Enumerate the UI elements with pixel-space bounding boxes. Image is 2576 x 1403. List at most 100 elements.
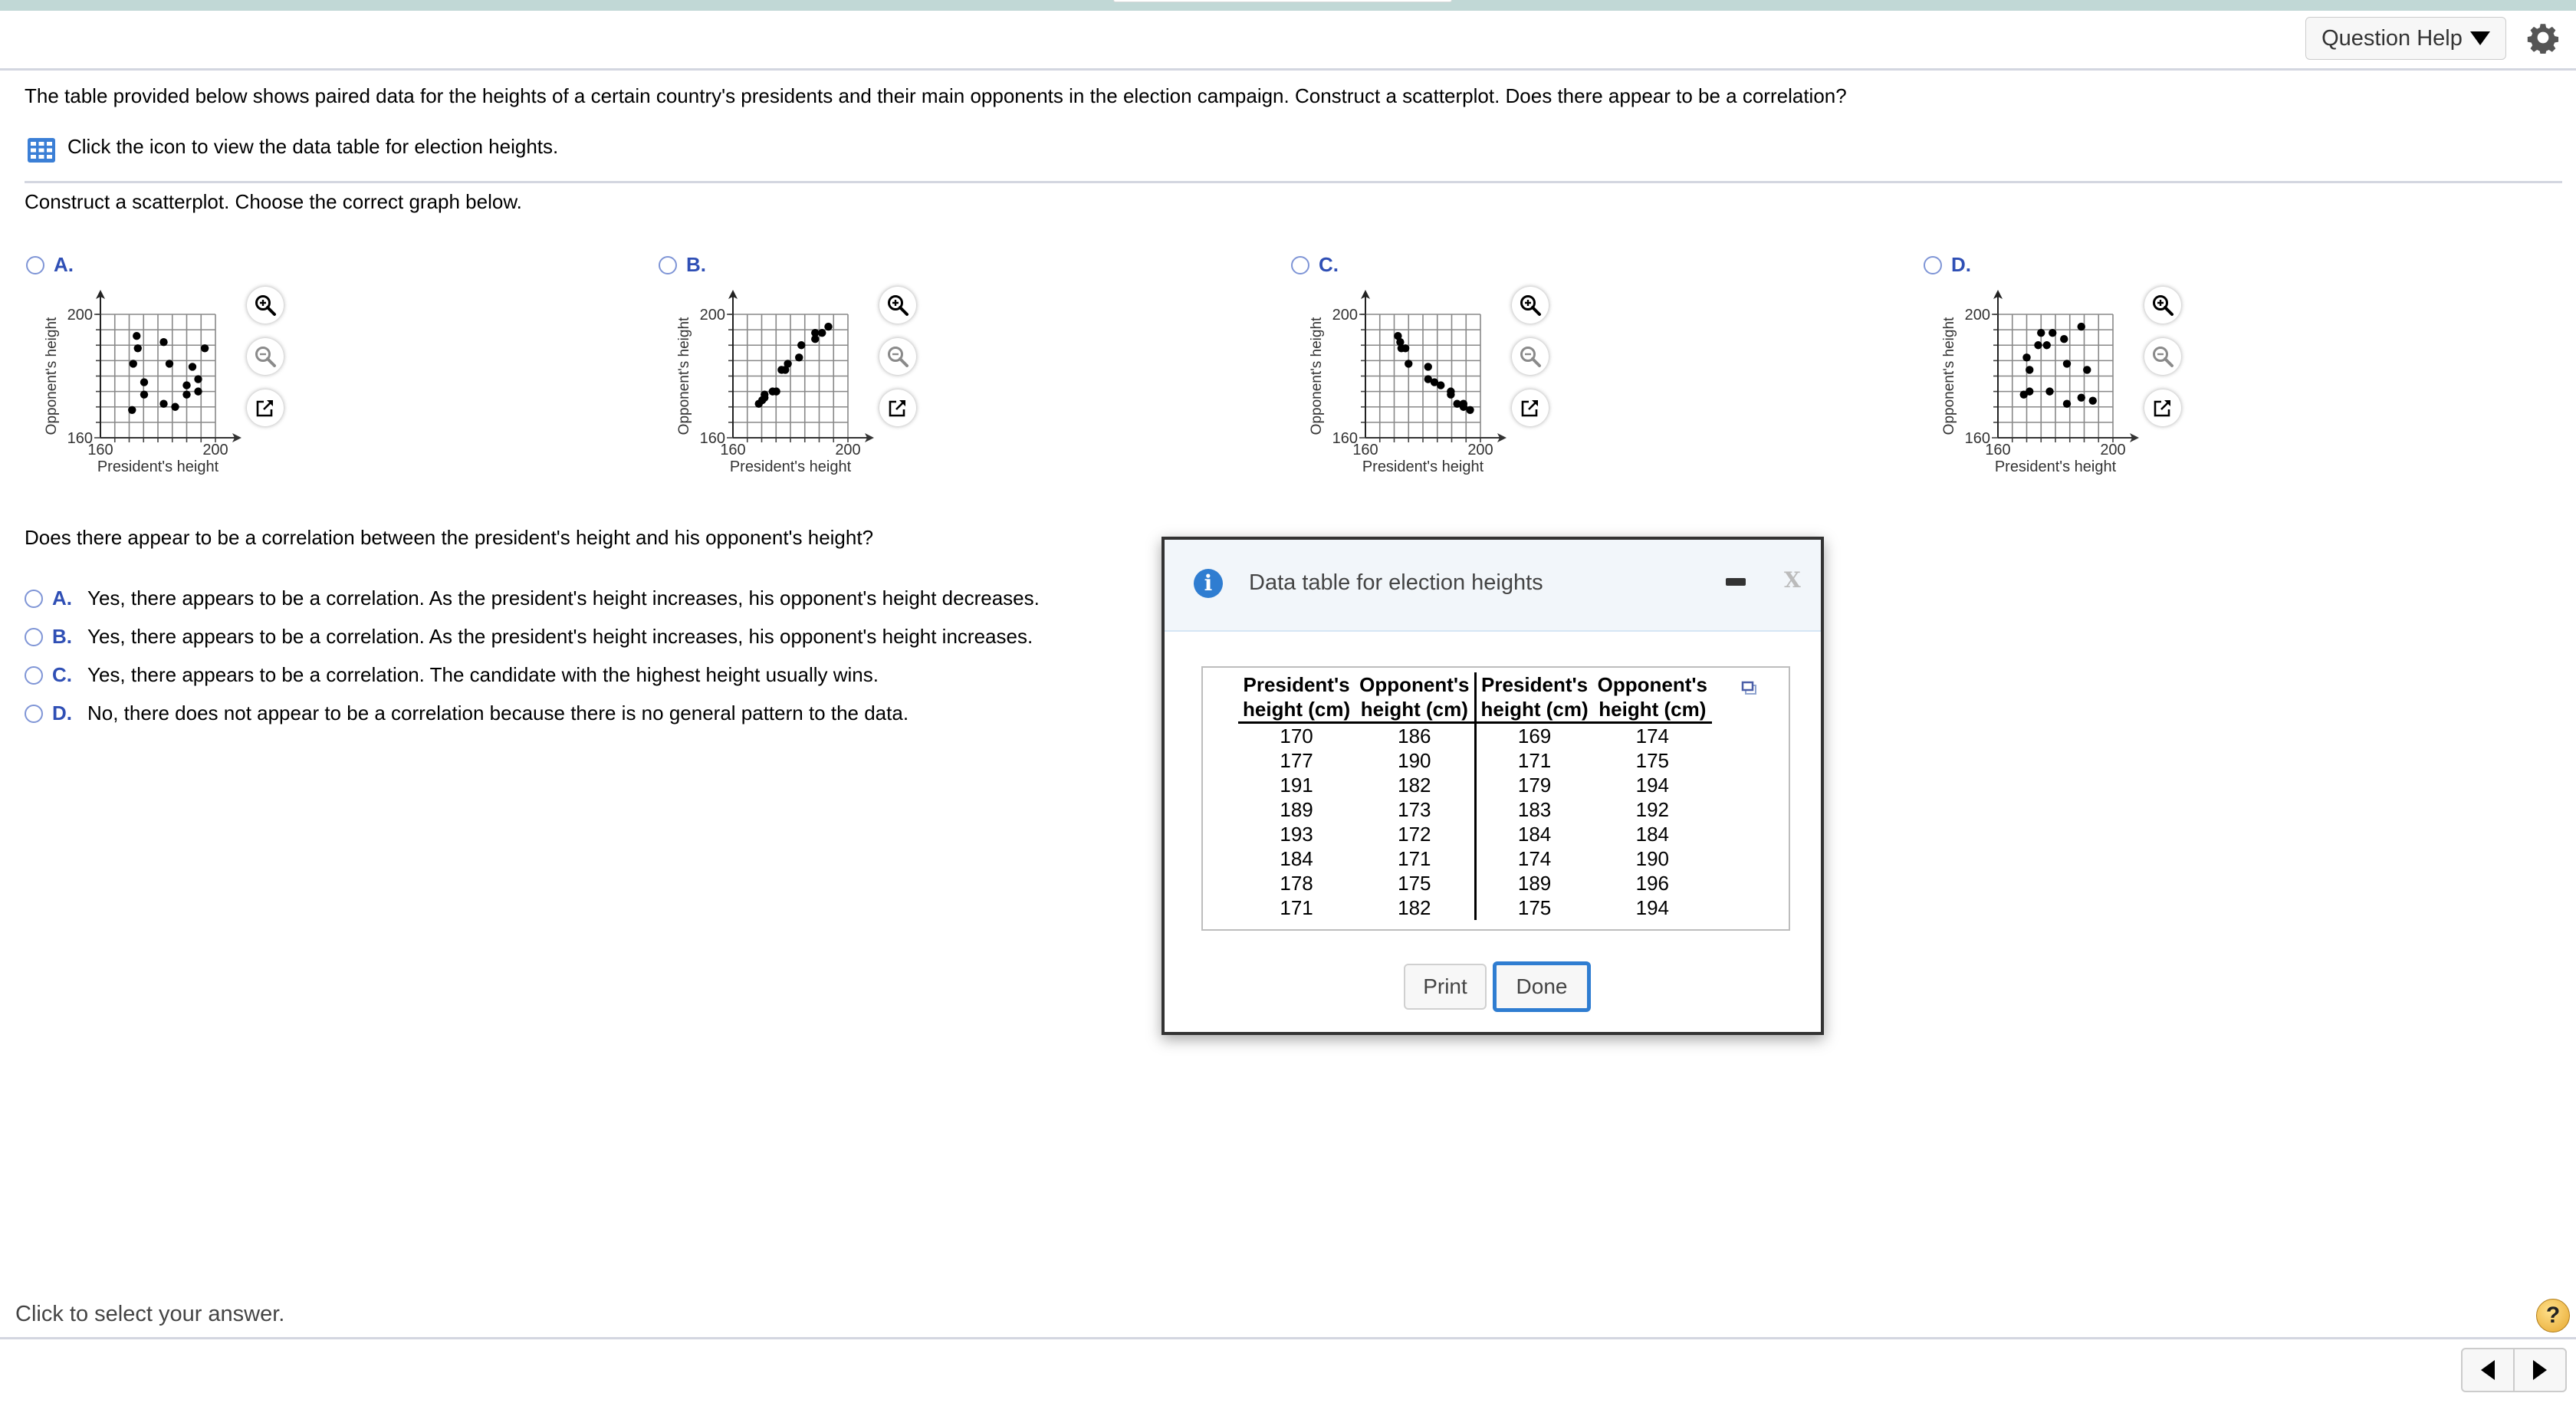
data-point: [761, 390, 769, 399]
top-tab: [1113, 0, 1452, 2]
open-in-new-window-button[interactable]: [879, 389, 916, 426]
zoom-in-button[interactable]: [247, 287, 284, 324]
table-cell: 170: [1280, 724, 1313, 748]
data-point: [159, 399, 168, 408]
external-link-icon: [1521, 400, 1538, 417]
data-point: [784, 360, 792, 368]
radio-button[interactable]: [25, 627, 43, 646]
table-cell: 193: [1280, 823, 1313, 846]
minimize-icon[interactable]: [1726, 578, 1746, 586]
column-header: President's height (cm): [1475, 672, 1593, 724]
table-row: 177 190 171 175: [1238, 748, 1712, 773]
answer-option-c[interactable]: C. Yes, there appears to be a correlatio…: [25, 663, 879, 687]
open-in-new-window-button[interactable]: [247, 389, 284, 426]
table-cell: 194: [1635, 896, 1670, 919]
triangle-right-icon: [2533, 1360, 2547, 1380]
table-cell: 186: [1355, 722, 1477, 748]
table-cell: 175: [1517, 896, 1552, 919]
table-cell: 172: [1355, 822, 1477, 846]
x-axis-label: President's height: [1995, 458, 2117, 475]
zoom-in-button[interactable]: [879, 287, 916, 324]
answer-letter: A.: [52, 586, 72, 610]
table-cell: 194: [1635, 774, 1670, 797]
x-tick-label: 160: [87, 442, 113, 458]
answer-option-b[interactable]: B. Yes, there appears to be a correlatio…: [25, 625, 1033, 649]
data-point: [2034, 341, 2042, 350]
zoom-out-icon: [2153, 347, 2174, 367]
zoom-out-icon: [888, 347, 909, 367]
data-point: [200, 344, 209, 353]
answer-option-a[interactable]: A. Yes, there appears to be a correlatio…: [25, 586, 1040, 610]
zoom-in-icon: [888, 295, 909, 316]
open-in-new-window-button[interactable]: [2144, 389, 2181, 426]
data-point: [182, 381, 191, 389]
y-tick-label: 200: [67, 307, 93, 324]
answer-letter: D.: [52, 702, 72, 724]
open-in-new-window-button[interactable]: [1512, 389, 1549, 426]
zoom-out-button[interactable]: [247, 338, 284, 375]
data-point: [133, 344, 142, 353]
data-point: [2026, 387, 2034, 396]
answer-text: Yes, there appears to be a correlation. …: [87, 586, 1040, 610]
zoom-out-icon: [255, 347, 276, 367]
data-point: [2026, 366, 2034, 374]
dialog-header[interactable]: i Data table for election heights X: [1165, 540, 1821, 632]
table-icon[interactable]: [28, 138, 55, 163]
radio-button[interactable]: [25, 704, 43, 723]
data-table-box: President's height (cm) Opponent's height …: [1201, 666, 1790, 931]
radio-button[interactable]: [25, 589, 43, 608]
data-point: [140, 390, 149, 399]
table-row: 193 172 184 184: [1238, 822, 1712, 846]
close-icon[interactable]: X: [1784, 567, 1801, 593]
answer-text: No, there does not appear to be a correl…: [87, 702, 909, 724]
previous-button[interactable]: [2463, 1349, 2513, 1391]
data-point: [2083, 366, 2091, 374]
x-tick-label: 160: [1985, 442, 2010, 458]
zoom-in-button[interactable]: [2144, 287, 2181, 324]
data-point: [2049, 328, 2057, 337]
next-button[interactable]: [2513, 1349, 2565, 1391]
answer-text: Yes, there appears to be a correlation. …: [87, 625, 1033, 648]
data-point: [1437, 381, 1445, 389]
table-row: 189 173 183 192: [1238, 797, 1712, 822]
gear-icon[interactable]: [2527, 21, 2559, 54]
radio-button[interactable]: [25, 665, 43, 685]
section-divider: [25, 181, 2562, 183]
zoom-out-button[interactable]: [879, 338, 916, 375]
table-cell: 173: [1355, 797, 1477, 822]
table-cell: 174: [1517, 847, 1552, 870]
table-cell: 171: [1517, 749, 1552, 772]
column-header: Opponent's height (cm): [1592, 672, 1713, 724]
zoom-in-button[interactable]: [1512, 287, 1549, 324]
data-point: [818, 328, 826, 337]
x-tick-label: 200: [835, 442, 860, 458]
answer-option-d[interactable]: D. No, there does not appear to be a cor…: [25, 702, 909, 725]
help-icon[interactable]: ?: [2536, 1299, 2570, 1332]
data-point: [182, 390, 191, 399]
y-axis-label: Opponent's height: [1309, 317, 1325, 435]
table-header-row: President's height (cm) Opponent's height …: [1238, 672, 1713, 724]
x-axis-label: President's height: [1362, 458, 1484, 475]
data-point: [797, 341, 806, 350]
table-link-text[interactable]: Click the icon to view the data table fo…: [67, 135, 558, 159]
external-link-icon: [889, 400, 905, 417]
copy-table-icon[interactable]: [1741, 680, 1758, 697]
answer-text: Yes, there appears to be a correlation. …: [87, 663, 879, 686]
done-button[interactable]: Done: [1493, 961, 1591, 1012]
table-cell: 175: [1355, 871, 1477, 895]
y-tick-label: 200: [1332, 307, 1358, 324]
question-help-button[interactable]: Question Help: [2305, 17, 2506, 60]
data-point: [811, 328, 820, 337]
zoom-out-button[interactable]: [1512, 338, 1549, 375]
table-row: 171 182 175 194: [1238, 895, 1712, 920]
table-cell: 190: [1635, 847, 1670, 870]
footer-divider: [0, 1337, 2576, 1339]
x-axis-label: President's height: [730, 458, 852, 475]
zoom-out-button[interactable]: [2144, 338, 2181, 375]
x-tick-label: 200: [202, 442, 228, 458]
data-point: [1466, 406, 1474, 414]
scatterplot-c: 200 160 160 200 President's height Opponent's…: [1280, 245, 1556, 491]
triangle-left-icon: [2481, 1360, 2495, 1380]
print-button[interactable]: Print: [1404, 964, 1487, 1010]
data-point: [165, 360, 174, 368]
